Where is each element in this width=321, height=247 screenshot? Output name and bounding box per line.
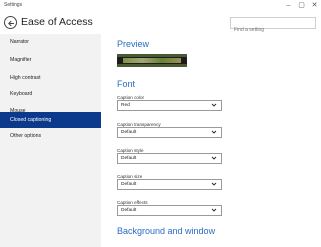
background-window-heading: Background and window [117,226,216,236]
chevron-down-icon [211,156,217,160]
sidebar-item-high-contrast[interactable]: High contrast [0,71,101,85]
title-bar: Settings – ▢ ✕ [0,0,321,14]
caption-effects-value: Default [121,208,137,213]
back-arrow-icon [8,20,14,27]
caption-style-value: Default [121,156,137,161]
caption-preview [117,54,187,67]
chevron-down-icon [211,103,217,107]
maximize-button[interactable]: ▢ [296,1,307,11]
caption-color-dropdown[interactable]: Red [117,100,222,111]
window-title: Settings [4,2,23,8]
header: Ease of Access [0,14,321,35]
sidebar-item-narrator[interactable]: Narrator [0,35,101,49]
close-button[interactable]: ✕ [309,1,320,11]
chevron-down-icon [211,182,217,186]
caption-transparency-dropdown[interactable]: Default [117,127,222,138]
sidebar-item-other-options[interactable]: Other options [0,129,101,143]
chevron-down-icon [211,130,217,134]
minimize-button[interactable]: – [283,1,294,11]
caption-effects-dropdown[interactable]: Default [117,205,222,216]
sidebar-item-closed-captioning[interactable]: Closed captioning [0,112,101,128]
caption-style-dropdown[interactable]: Default [117,153,222,164]
caption-size-dropdown[interactable]: Default [117,179,222,190]
chevron-down-icon [211,208,217,212]
sidebar: Narrator Magnifier High contrast Keyboar… [0,34,101,247]
main-content: Preview Font Caption color Red Caption t… [101,34,321,247]
caption-size-value: Default [121,182,137,187]
page-title: Ease of Access [21,16,93,28]
back-button[interactable] [4,16,17,29]
sidebar-item-keyboard[interactable]: Keyboard [0,87,101,101]
caption-color-value: Red [121,103,130,108]
caption-transparency-value: Default [121,130,137,135]
search-box[interactable] [230,17,316,35]
font-heading: Font [117,79,136,89]
preview-heading: Preview [117,39,150,49]
sidebar-item-magnifier[interactable]: Magnifier [0,53,101,67]
